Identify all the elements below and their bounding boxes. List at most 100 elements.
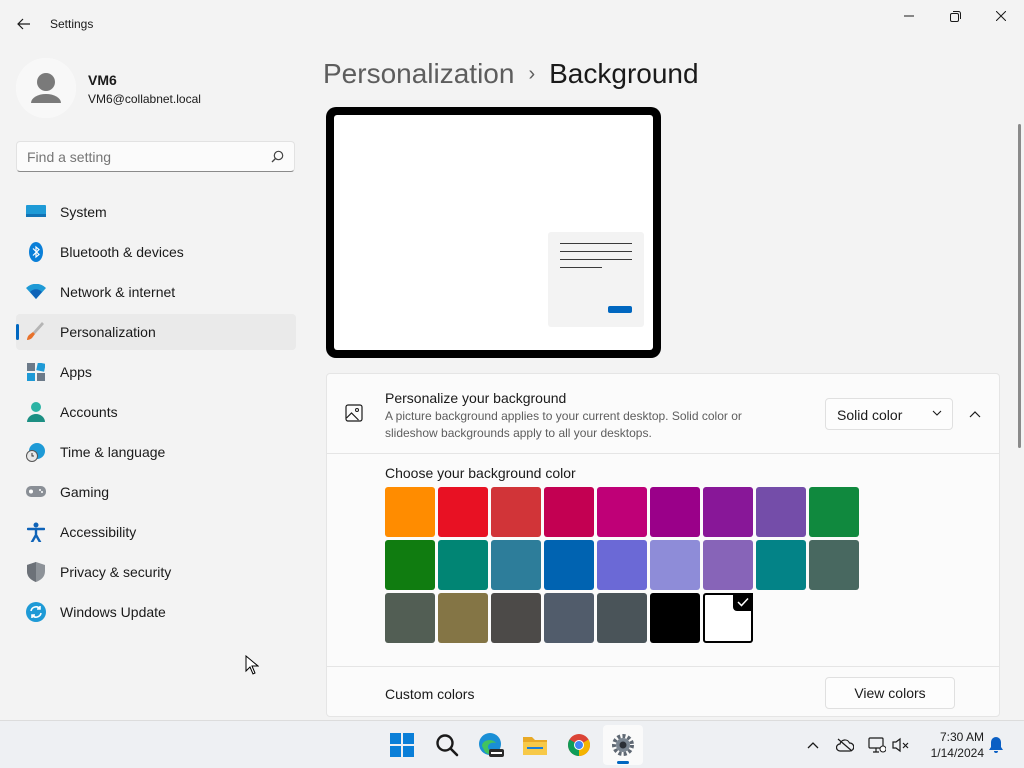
color-swatch[interactable]: [650, 540, 700, 590]
user-email: VM6@collabnet.local: [88, 92, 201, 106]
color-swatch[interactable]: [491, 487, 541, 537]
color-swatch[interactable]: [597, 487, 647, 537]
background-type-dropdown[interactable]: Solid color: [825, 398, 953, 430]
taskbar-file-explorer[interactable]: [515, 725, 555, 765]
search-icon: [436, 734, 459, 757]
clock-date: 1/14/2024: [930, 746, 984, 760]
color-swatch[interactable]: [809, 487, 859, 537]
search-box[interactable]: [16, 141, 295, 172]
color-swatch[interactable]: [544, 540, 594, 590]
tray-onedrive[interactable]: [835, 735, 855, 755]
search-input[interactable]: [27, 149, 267, 165]
taskbar-search[interactable]: [427, 725, 467, 765]
page-title: Background: [549, 58, 699, 89]
color-swatch[interactable]: [385, 540, 435, 590]
sidebar-item-bluetooth[interactable]: Bluetooth & devices: [16, 234, 296, 270]
color-swatch-grid: [385, 487, 865, 646]
bluetooth-icon: [26, 242, 46, 262]
clock-globe-icon: [26, 442, 46, 462]
taskbar-settings[interactable]: [603, 725, 643, 765]
color-swatch[interactable]: [756, 540, 806, 590]
color-swatch[interactable]: [703, 540, 753, 590]
color-swatch[interactable]: [650, 487, 700, 537]
sidebar-item-system[interactable]: System: [16, 194, 296, 230]
taskbar: 7:30 AM 1/14/2024: [0, 720, 1024, 768]
tray-network[interactable]: [867, 735, 887, 755]
color-swatch[interactable]: [597, 540, 647, 590]
view-colors-button[interactable]: View colors: [825, 677, 955, 709]
preview-line: [560, 267, 602, 268]
sidebar-item-network[interactable]: Network & internet: [16, 274, 296, 310]
dropdown-value: Solid color: [837, 407, 903, 423]
breadcrumb: Personalization › Background: [323, 58, 699, 90]
color-swatch[interactable]: [650, 593, 700, 643]
notifications-button[interactable]: [986, 735, 1006, 755]
color-swatch[interactable]: [438, 487, 488, 537]
active-app-indicator: [617, 761, 629, 764]
color-swatch[interactable]: [544, 487, 594, 537]
search-icon[interactable]: [271, 150, 284, 163]
restore-button[interactable]: [932, 0, 978, 32]
sidebar-item-personalization[interactable]: Personalization: [16, 314, 296, 350]
color-swatch[interactable]: [491, 540, 541, 590]
taskbar-edge[interactable]: [471, 725, 511, 765]
minimize-button[interactable]: [886, 0, 932, 32]
sidebar-item-accessibility[interactable]: Accessibility: [16, 514, 296, 550]
chevron-up-icon: [807, 741, 819, 748]
accessibility-icon: [26, 522, 46, 542]
color-swatch[interactable]: [438, 540, 488, 590]
preview-line: [560, 243, 632, 244]
taskbar-start[interactable]: [382, 725, 422, 765]
background-header: Personalize your background A picture ba…: [327, 374, 999, 454]
chevron-up-icon: [969, 410, 981, 417]
choose-color-label: Choose your background color: [385, 465, 576, 481]
collapse-button[interactable]: [963, 402, 987, 426]
sidebar-item-windows-update[interactable]: Windows Update: [16, 594, 296, 630]
sidebar-item-label: Windows Update: [60, 604, 166, 620]
color-swatch[interactable]: [703, 487, 753, 537]
sidebar-item-gaming[interactable]: Gaming: [16, 474, 296, 510]
sidebar-item-label: Gaming: [60, 484, 110, 500]
color-swatch[interactable]: [756, 487, 806, 537]
swatch-row: [385, 593, 865, 643]
shield-icon: [26, 562, 46, 582]
taskbar-chrome[interactable]: [559, 725, 599, 765]
paintbrush-icon: [26, 322, 46, 342]
chrome-icon: [568, 734, 590, 756]
color-swatch[interactable]: [438, 593, 488, 643]
color-swatch[interactable]: [809, 540, 859, 590]
back-button[interactable]: [10, 10, 38, 38]
color-swatch[interactable]: [544, 593, 594, 643]
restore-icon: [949, 10, 961, 22]
preview-window: [548, 232, 644, 327]
system-clock[interactable]: 7:30 AM 1/14/2024: [918, 729, 984, 761]
volume-muted-icon: [892, 737, 909, 753]
back-arrow-icon: [17, 18, 30, 30]
color-swatch[interactable]: [491, 593, 541, 643]
sidebar-item-label: System: [60, 204, 107, 220]
scrollbar[interactable]: [1018, 124, 1021, 448]
sidebar-item-label: Network & internet: [60, 284, 176, 300]
sidebar-nav: System Bluetooth & devices Network & int…: [16, 194, 296, 634]
color-swatch[interactable]: [597, 593, 647, 643]
user-name: VM6: [88, 72, 117, 88]
close-button[interactable]: [978, 0, 1024, 32]
color-swatch[interactable]: [385, 593, 435, 643]
edge-preview-icon: [479, 733, 504, 757]
breadcrumb-separator: ›: [528, 63, 536, 85]
tray-volume[interactable]: [891, 735, 911, 755]
sidebar-item-accounts[interactable]: Accounts: [16, 394, 296, 430]
sidebar-item-time-language[interactable]: Time & language: [16, 434, 296, 470]
sidebar-item-label: Accounts: [60, 404, 118, 420]
network-ethernet-icon: [868, 737, 886, 753]
sidebar-item-privacy-security[interactable]: Privacy & security: [16, 554, 296, 590]
custom-colors-row: Custom colors View colors: [327, 666, 999, 716]
color-swatch[interactable]: [385, 487, 435, 537]
file-explorer-icon: [523, 737, 547, 755]
color-swatch[interactable]: [703, 593, 753, 643]
sidebar-item-label: Privacy & security: [60, 564, 172, 580]
show-hidden-icons[interactable]: [803, 735, 823, 755]
apps-icon: [26, 362, 46, 382]
breadcrumb-parent[interactable]: Personalization: [323, 58, 514, 89]
sidebar-item-apps[interactable]: Apps: [16, 354, 296, 390]
